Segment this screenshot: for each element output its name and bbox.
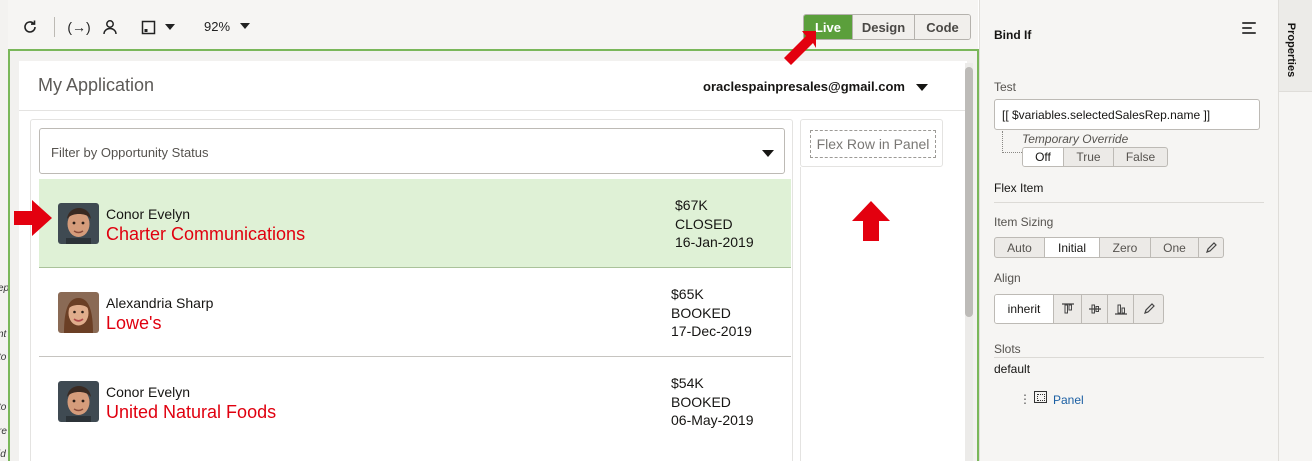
pencil-icon[interactable] (1134, 295, 1163, 323)
align-label: Align (994, 271, 1021, 285)
slots-label: Slots (994, 342, 1021, 356)
hamburger-menu-icon[interactable] (1242, 22, 1256, 34)
temporary-override-toggle: Off True False (1022, 147, 1168, 167)
app-header: My Application oraclespainpresales@gmail… (19, 61, 967, 111)
toolbar-separator (54, 17, 55, 37)
annotation-arrow-icon (852, 201, 890, 241)
opportunity-company: United Natural Foods (106, 402, 277, 422)
caret-down-icon[interactable] (163, 16, 177, 38)
design-canvas: My Application oraclespainpresales@gmail… (8, 49, 979, 461)
flex-item-section: Flex Item (994, 181, 1044, 195)
item-sizing-label: Item Sizing (994, 215, 1054, 229)
align-inherit-button[interactable]: inherit (995, 295, 1054, 323)
slot-panel-link[interactable]: Panel (1053, 393, 1084, 407)
properties-title: Bind If (994, 28, 1032, 42)
opportunity-contact-name: Conor Evelyn (106, 384, 191, 400)
side-tab-strip: Properties (1278, 0, 1312, 461)
annotation-arrow-icon (14, 200, 52, 236)
panel-component-icon (1034, 391, 1047, 403)
left-fragment: id (0, 449, 6, 460)
avatar (58, 203, 99, 244)
opportunity-date: 06-May-2019 (671, 412, 754, 428)
override-true-button[interactable]: True (1064, 148, 1114, 166)
tree-connector (1002, 131, 1022, 153)
opportunity-row[interactable]: Conor Evelyn United Natural Foods $54K B… (39, 357, 791, 446)
opportunity-status: CLOSED (675, 216, 733, 232)
flex-row-panel[interactable]: Flex Row in Panel (800, 119, 943, 167)
user-email[interactable]: oraclespainpresales@gmail.com (703, 79, 905, 94)
item-sizing-toggle: Auto Initial Zero One (994, 237, 1224, 258)
annotation-arrow-icon (784, 31, 816, 65)
device-frame-icon[interactable] (138, 16, 158, 38)
align-top-icon[interactable] (1054, 295, 1082, 323)
application-preview: My Application oraclespainpresales@gmail… (19, 61, 973, 461)
opportunity-contact-name: Alexandria Sharp (106, 295, 214, 311)
test-expression-input[interactable]: [[ $variables.selectedSalesRep.name ]] (994, 99, 1260, 130)
code-mode-button[interactable]: Code (915, 15, 970, 39)
user-menu-caret-icon[interactable] (916, 84, 928, 91)
temporary-override-label: Temporary Override (1022, 132, 1129, 146)
divider (994, 357, 1264, 358)
opportunity-amount: $54K (671, 375, 704, 391)
align-toggle: inherit (994, 294, 1164, 324)
avatar (58, 292, 99, 333)
opportunity-date: 16-Jan-2019 (675, 234, 754, 250)
opportunities-panel: Filter by Opportunity Status Conor Evely… (30, 119, 793, 461)
opportunity-status: BOOKED (671, 305, 731, 321)
divider (994, 202, 1264, 203)
mode-switcher: Live Design Code (803, 14, 971, 40)
opportunity-date: 17-Dec-2019 (671, 323, 752, 339)
left-panel-edge: ep nt to to re id (0, 0, 8, 461)
opportunity-contact-name: Conor Evelyn (106, 206, 191, 222)
override-false-button[interactable]: False (1114, 148, 1167, 166)
avatar (58, 381, 99, 422)
zoom-caret-icon[interactable] (240, 23, 250, 29)
filter-placeholder: Filter by Opportunity Status (51, 145, 209, 160)
flex-row-placeholder[interactable]: Flex Row in Panel (810, 130, 936, 158)
opportunity-status: BOOKED (671, 394, 731, 410)
align-center-icon[interactable] (1082, 295, 1108, 323)
left-fragment: re (0, 426, 7, 437)
sizing-one-button[interactable]: One (1151, 238, 1199, 257)
variables-icon[interactable]: (→) (66, 16, 92, 38)
filter-caret-icon[interactable] (762, 150, 774, 157)
test-label: Test (994, 80, 1017, 94)
properties-panel: Bind If Test [[ $variables.selectedSales… (979, 0, 1278, 461)
opportunity-amount: $67K (675, 197, 708, 213)
left-fragment: nt (0, 329, 7, 340)
opportunity-company: Charter Communications (106, 224, 306, 244)
opportunity-company: Lowe's (106, 313, 162, 333)
pencil-icon[interactable] (1199, 238, 1223, 257)
design-mode-button[interactable]: Design (853, 15, 915, 39)
align-bottom-icon[interactable] (1108, 295, 1134, 323)
opportunity-row[interactable]: Alexandria Sharp Lowe's $65K BOOKED 17-D… (39, 268, 791, 357)
default-slot-label: default (994, 362, 1031, 376)
user-icon[interactable] (100, 16, 120, 38)
refresh-icon[interactable] (20, 16, 40, 38)
drag-handle-icon[interactable]: ⋮ (1019, 392, 1031, 406)
sizing-zero-button[interactable]: Zero (1100, 238, 1151, 257)
sizing-initial-button[interactable]: Initial (1045, 238, 1100, 257)
canvas-scrollbar-thumb[interactable] (965, 67, 973, 317)
opportunity-row[interactable]: Conor Evelyn Charter Communications $67K… (39, 179, 791, 268)
zoom-level[interactable]: 92% (204, 19, 230, 34)
properties-tab[interactable]: Properties (1279, 0, 1312, 92)
designer-toolbar: (→) 92% Live Design Code (8, 0, 978, 50)
app-title: My Application (38, 75, 155, 95)
override-off-button[interactable]: Off (1023, 148, 1064, 166)
left-fragment: ep (0, 283, 8, 294)
opportunity-status-filter[interactable]: Filter by Opportunity Status (39, 128, 785, 174)
properties-tab-label: Properties (1285, 22, 1297, 78)
opportunity-amount: $65K (671, 286, 704, 302)
left-fragment: to (0, 352, 7, 363)
left-fragment: to (0, 402, 7, 413)
sizing-auto-button[interactable]: Auto (995, 238, 1045, 257)
